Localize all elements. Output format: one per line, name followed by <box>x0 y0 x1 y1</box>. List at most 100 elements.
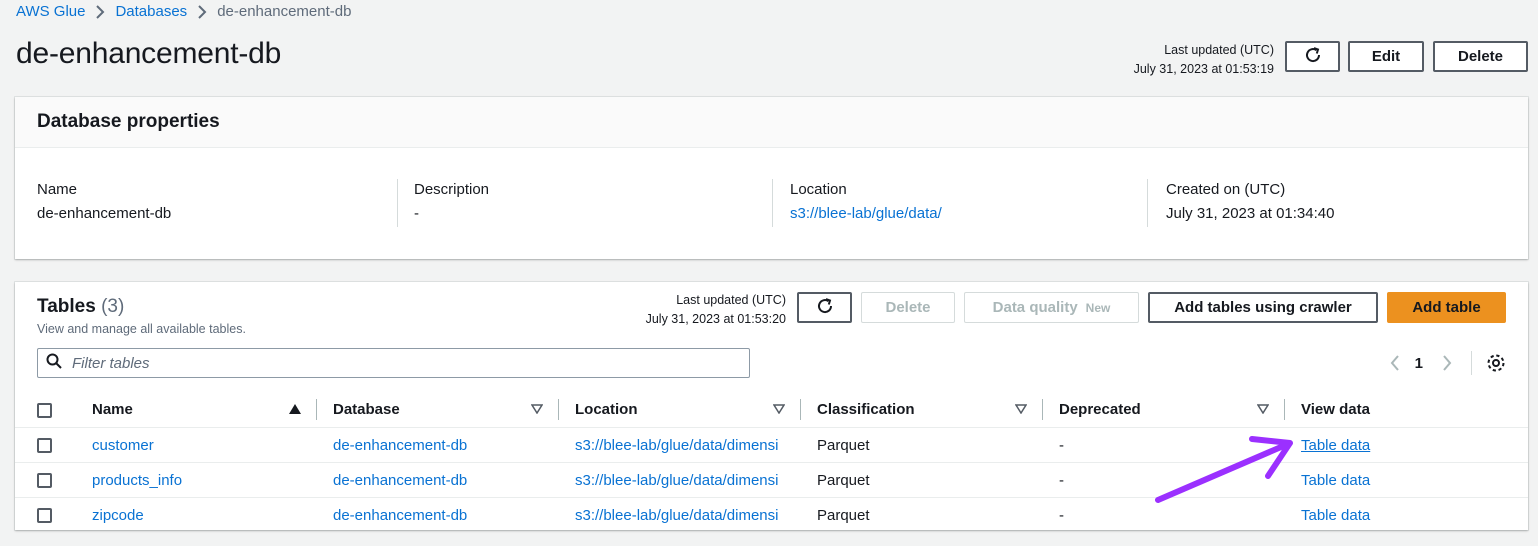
database-link[interactable]: de-enhancement-db <box>333 507 467 524</box>
chevron-left-icon[interactable] <box>1389 354 1401 372</box>
column-header-classification[interactable]: Classification <box>801 392 1043 428</box>
location-link[interactable]: s3://blee-lab/glue/data/dimensi <box>575 472 778 489</box>
tables-last-updated: Last updated (UTC) July 31, 2023 at 01:5… <box>595 291 786 329</box>
property-label: Name <box>37 181 78 198</box>
table-name-link[interactable]: zipcode <box>92 507 144 524</box>
row-checkbox[interactable] <box>37 508 52 524</box>
column-label: Name <box>92 401 133 418</box>
location-link[interactable]: s3://blee-lab/glue/data/dimensi <box>575 507 778 524</box>
select-all-checkbox[interactable] <box>37 402 52 418</box>
table-name-link[interactable]: products_info <box>92 472 182 489</box>
new-badge: New <box>1085 300 1111 315</box>
location-link[interactable]: s3://blee-lab/glue/data/dimensi <box>575 437 778 454</box>
property-location: Location s3://blee-lab/glue/data/ <box>790 181 942 222</box>
deprecated-cell: - <box>1059 471 1064 489</box>
deprecated-cell: - <box>1059 506 1064 524</box>
chevron-right-icon <box>197 4 207 19</box>
property-value: de-enhancement-db <box>37 205 172 222</box>
last-updated-label: Last updated (UTC) <box>1164 43 1274 57</box>
last-updated-value: July 31, 2023 at 01:53:20 <box>645 312 786 326</box>
view-table-data-link[interactable]: Table data <box>1301 437 1370 454</box>
column-header-view-data: View data <box>1285 392 1528 428</box>
breadcrumb-aws-glue[interactable]: AWS Glue <box>16 3 85 20</box>
column-label: Location <box>575 401 638 418</box>
add-tables-crawler-button[interactable]: Add tables using crawler <box>1148 292 1378 323</box>
database-properties-panel: Database properties Name de-enhancement-… <box>15 97 1528 259</box>
divider <box>1471 351 1472 375</box>
tables-table: Name Database Location Classification De… <box>15 392 1528 533</box>
column-header-name[interactable]: Name <box>79 392 317 428</box>
tables-title-text: Tables <box>37 296 96 317</box>
tables-refresh-button[interactable] <box>797 292 852 323</box>
row-checkbox[interactable] <box>37 438 52 454</box>
column-label: View data <box>1301 401 1370 418</box>
column-header-database[interactable]: Database <box>317 392 559 428</box>
column-header-location[interactable]: Location <box>559 392 801 428</box>
property-description: Description - <box>414 181 489 222</box>
refresh-icon <box>1303 45 1323 69</box>
sort-ascending-icon <box>289 401 301 418</box>
view-table-data-link[interactable]: Table data <box>1301 507 1370 524</box>
filter-tables[interactable] <box>37 348 750 378</box>
table-row: customer de-enhancement-db s3://blee-lab… <box>15 427 1528 463</box>
refresh-button[interactable] <box>1285 41 1340 72</box>
breadcrumb-current: de-enhancement-db <box>217 3 352 20</box>
table-row: products_info de-enhancement-db s3://ble… <box>15 462 1528 498</box>
data-quality-button[interactable]: Data quality New <box>964 292 1139 323</box>
sort-caret-down-icon <box>1256 401 1270 418</box>
column-label: Database <box>333 401 400 418</box>
last-updated-label: Last updated (UTC) <box>676 293 786 307</box>
pagination: 1 <box>1389 348 1506 378</box>
deprecated-cell: - <box>1059 436 1064 454</box>
table-header-row: Name Database Location Classification De… <box>15 392 1528 428</box>
tables-title: Tables (3) <box>37 296 124 318</box>
refresh-icon <box>815 296 835 320</box>
settings-gear-icon[interactable] <box>1486 353 1506 373</box>
breadcrumb: AWS Glue Databases de-enhancement-db <box>16 3 351 20</box>
column-header-deprecated[interactable]: Deprecated <box>1043 392 1285 428</box>
breadcrumb-databases[interactable]: Databases <box>115 3 187 20</box>
properties-heading: Database properties <box>15 97 1528 148</box>
tables-delete-button[interactable]: Delete <box>861 292 955 323</box>
edit-button[interactable]: Edit <box>1348 41 1424 72</box>
column-label: Classification <box>817 401 915 418</box>
classification-cell: Parquet <box>817 506 870 524</box>
tables-description: View and manage all available tables. <box>37 322 246 336</box>
delete-button[interactable]: Delete <box>1433 41 1528 72</box>
tables-panel: Tables (3) View and manage all available… <box>15 282 1528 530</box>
location-link[interactable]: s3://blee-lab/glue/data/ <box>790 205 942 222</box>
filter-tables-input[interactable] <box>70 353 710 373</box>
property-value: July 31, 2023 at 01:34:40 <box>1166 205 1335 222</box>
tables-count: (3) <box>101 296 125 317</box>
last-updated: Last updated (UTC) July 31, 2023 at 01:5… <box>1090 41 1274 79</box>
add-table-button[interactable]: Add table <box>1387 292 1506 323</box>
property-label: Created on (UTC) <box>1166 181 1286 198</box>
sort-caret-down-icon <box>530 401 544 418</box>
row-checkbox[interactable] <box>37 473 52 489</box>
search-icon <box>46 353 62 374</box>
table-name-link[interactable]: customer <box>92 437 154 454</box>
sort-caret-down-icon <box>772 401 786 418</box>
page-number[interactable]: 1 <box>1415 355 1423 372</box>
property-label: Description <box>414 181 490 198</box>
select-all-header <box>15 392 79 428</box>
classification-cell: Parquet <box>817 436 870 454</box>
chevron-right-icon <box>95 4 105 19</box>
divider <box>397 179 398 227</box>
property-value: - <box>414 205 419 222</box>
chevron-right-icon[interactable] <box>1441 354 1453 372</box>
divider <box>772 179 773 227</box>
property-created-on: Created on (UTC) July 31, 2023 at 01:34:… <box>1166 181 1334 222</box>
database-link[interactable]: de-enhancement-db <box>333 437 467 454</box>
property-label: Location <box>790 181 847 198</box>
sort-caret-down-icon <box>1014 401 1028 418</box>
last-updated-value: July 31, 2023 at 01:53:19 <box>1133 62 1274 76</box>
database-link[interactable]: de-enhancement-db <box>333 472 467 489</box>
classification-cell: Parquet <box>817 471 870 489</box>
property-name: Name de-enhancement-db <box>37 181 171 222</box>
column-label: Deprecated <box>1059 401 1141 418</box>
divider <box>1147 179 1148 227</box>
table-row: zipcode de-enhancement-db s3://blee-lab/… <box>15 498 1528 533</box>
data-quality-label: Data quality <box>992 299 1078 316</box>
view-table-data-link[interactable]: Table data <box>1301 472 1370 489</box>
